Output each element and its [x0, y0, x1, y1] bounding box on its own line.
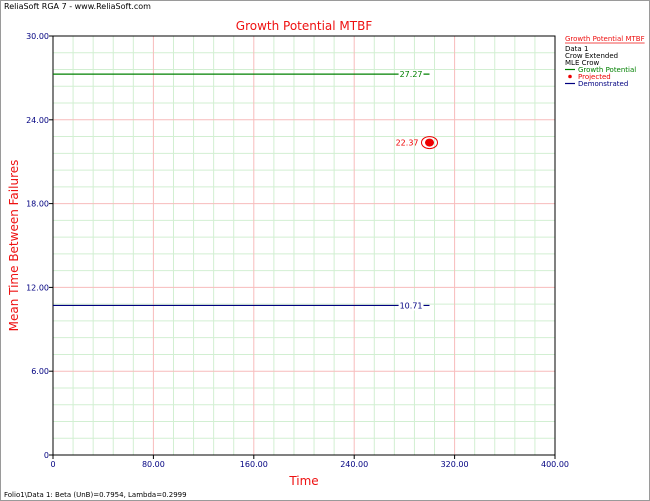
y-tick-label: 0: [44, 451, 49, 460]
x-tick-label: 0: [50, 460, 55, 469]
y-tick-label: 24.00: [26, 116, 49, 125]
data-label: 22.37: [396, 139, 419, 148]
x-tick-label: 80.00: [142, 460, 165, 469]
chart-window: ReliaSoft RGA 7 - www.ReliaSoft.com 0 80.…: [0, 0, 650, 501]
legend-title: Growth Potential MTBF: [565, 35, 645, 43]
chart-title: Growth Potential MTBF: [236, 19, 373, 33]
x-axis-label: Time: [288, 474, 318, 488]
projected-point: [425, 138, 434, 147]
y-tick-label: 6.00: [31, 367, 49, 376]
y-tick-label: 12.00: [26, 283, 49, 292]
x-tick-label: 400.00: [541, 460, 569, 469]
data-label: 27.27: [400, 70, 423, 79]
x-tick-label: 320.00: [441, 460, 469, 469]
data-label: 10.71: [400, 301, 423, 310]
y-axis-label: Mean Time Between Failures: [7, 160, 21, 332]
legend-swatch-point: [568, 74, 572, 79]
status-footer: Folio1\Data 1: Beta (UnB)=0.7954, Lambda…: [4, 491, 187, 499]
x-tick-label: 240.00: [340, 460, 368, 469]
y-tick-label: 18.00: [26, 200, 49, 209]
legend-entry-label: Demonstrated: [578, 80, 628, 88]
x-tick-label: 160.00: [240, 460, 268, 469]
plot-area: [53, 36, 555, 455]
mtbf-chart: 0 80.00 160.00 240.00 320.00 400.00 0 6.00 12.00…: [7, 19, 645, 488]
y-tick-label: 30.00: [26, 32, 49, 41]
